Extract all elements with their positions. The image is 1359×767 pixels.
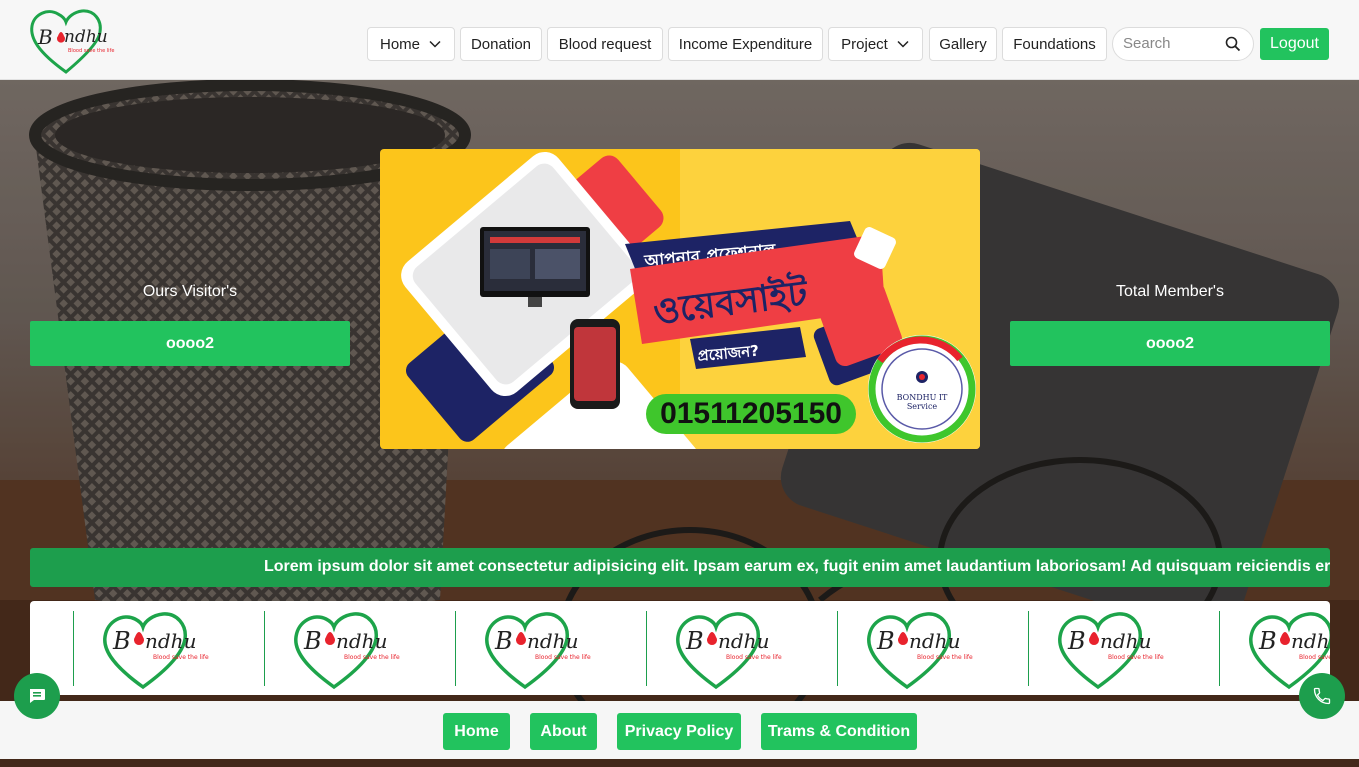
carousel-logo-item: BndhuBlood save the life — [73, 601, 264, 695]
carousel-separator — [837, 611, 838, 686]
carousel-logo-item: BndhuBlood save the life — [455, 601, 646, 695]
logout-button[interactable]: Logout — [1260, 28, 1329, 60]
svg-text:B: B — [876, 627, 895, 655]
carousel-separator — [1219, 611, 1220, 686]
nav-income-expenditure[interactable]: Income Expenditure — [668, 27, 823, 61]
svg-text:B: B — [685, 627, 704, 655]
nav-donation[interactable]: Donation — [460, 27, 542, 61]
members-count: oooo2 — [1010, 321, 1330, 366]
nav-project[interactable]: Project — [828, 27, 923, 61]
footer: Home About Privacy Policy Trams & Condit… — [0, 701, 1359, 759]
carousel-separator — [264, 611, 265, 686]
phone-icon — [1313, 687, 1331, 705]
nav-gallery[interactable]: Gallery — [929, 27, 997, 61]
footer-about-link[interactable]: About — [530, 713, 597, 750]
carousel-separator — [646, 611, 647, 686]
carousel-logo-item: BndhuBlood save the life — [264, 601, 455, 695]
svg-text:Blood save the life: Blood save the life — [344, 654, 400, 661]
carousel-separator — [455, 611, 456, 686]
svg-text:ndhu: ndhu — [145, 629, 196, 653]
banner-phone: 01511205150 — [660, 397, 842, 430]
carousel-logo-item: BndhuBlood save the life — [646, 601, 837, 695]
ticker-text: Lorem ipsum dolor sit amet consectetur a… — [264, 558, 1330, 575]
bondhu-logo: BndhuBlood save the life — [867, 612, 973, 690]
chevron-down-icon — [897, 40, 909, 48]
footer-privacy-link[interactable]: Privacy Policy — [617, 713, 741, 750]
nav-blood-request[interactable]: Blood request — [547, 27, 663, 61]
carousel-separator — [73, 611, 74, 686]
bondhu-logo: BndhuBlood save the life — [676, 612, 782, 690]
advertisement-banner[interactable]: আপনার প্রফেশনাল ওয়েবসাইট প্রয়োজন? 0151… — [380, 149, 980, 449]
nav-project-label: Project — [841, 35, 888, 53]
logo-carousel: Bndhu Blood save the life Bndhu Blood save … — [30, 601, 1330, 695]
svg-text:Blood save the life: Blood save the life — [535, 654, 591, 661]
chat-icon — [30, 689, 45, 703]
bondhu-logo: BndhuBlood save the life — [485, 612, 591, 690]
nav-foundations[interactable]: Foundations — [1002, 27, 1107, 61]
banner-artwork: আপনার প্রফেশনাল ওয়েবসাইট প্রয়োজন? 0151… — [380, 149, 980, 449]
svg-text:Blood save the life: Blood save the life — [68, 48, 114, 54]
bondhu-logo: BndhuBlood save the life — [103, 612, 209, 690]
svg-text:ndhu: ndhu — [909, 629, 960, 653]
svg-text:ndhu: ndhu — [1291, 629, 1330, 653]
chevron-down-icon — [429, 40, 441, 48]
svg-text:B: B — [303, 627, 322, 655]
svg-text:ndhu: ndhu — [527, 629, 578, 653]
svg-text:B: B — [112, 627, 131, 655]
bondhu-logo: BndhuBlood save the life — [1058, 612, 1164, 690]
svg-text:Blood save the life: Blood save the life — [726, 654, 782, 661]
bondhu-logo: BndhuBlood save the life — [294, 612, 400, 690]
svg-text:Blood save the life: Blood save the life — [1108, 654, 1164, 661]
badge-line-1: BONDHU IT — [897, 393, 948, 402]
svg-text:B: B — [494, 627, 513, 655]
svg-text:Blood save the life: Blood save the life — [917, 654, 973, 661]
search-box[interactable] — [1112, 27, 1254, 61]
news-ticker: Lorem ipsum dolor sit amet consectetur a… — [30, 548, 1330, 587]
carousel-logo-item: BndhuBlood save the life — [1028, 601, 1219, 695]
footer-home-link[interactable]: Home — [443, 713, 510, 750]
bondhu-logo: B ndhu Blood save the life — [30, 9, 114, 74]
svg-text:ndhu: ndhu — [1100, 629, 1151, 653]
svg-text:B: B — [37, 25, 53, 49]
svg-text:B: B — [1258, 627, 1277, 655]
nav-home-label: Home — [379, 35, 420, 53]
site-logo[interactable]: B ndhu Blood save the life — [28, 8, 153, 74]
search-icon[interactable] — [1225, 36, 1241, 52]
members-label: Total Member's — [1116, 283, 1224, 300]
carousel-separator — [1028, 611, 1029, 686]
site-header: B ndhu Blood save the life Home Donation… — [0, 0, 1359, 80]
badge-line-2: Service — [907, 402, 938, 411]
svg-text:ndhu: ndhu — [64, 27, 108, 47]
nav-home[interactable]: Home — [367, 27, 455, 61]
call-button[interactable] — [1299, 673, 1345, 719]
svg-text:Blood save the life: Blood save the life — [1299, 654, 1330, 661]
svg-text:ndhu: ndhu — [718, 629, 769, 653]
footer-terms-link[interactable]: Trams & Condition — [761, 713, 917, 750]
svg-text:Blood save the life: Blood save the life — [153, 654, 209, 661]
svg-text:B: B — [1067, 627, 1086, 655]
visitors-label: Ours Visitor's — [142, 283, 238, 300]
visitors-count: oooo2 — [30, 321, 350, 366]
carousel-logo-item: BndhuBlood save the life — [837, 601, 1028, 695]
svg-text:ndhu: ndhu — [336, 629, 387, 653]
search-input[interactable] — [1123, 35, 1223, 52]
chat-button[interactable] — [14, 673, 60, 719]
